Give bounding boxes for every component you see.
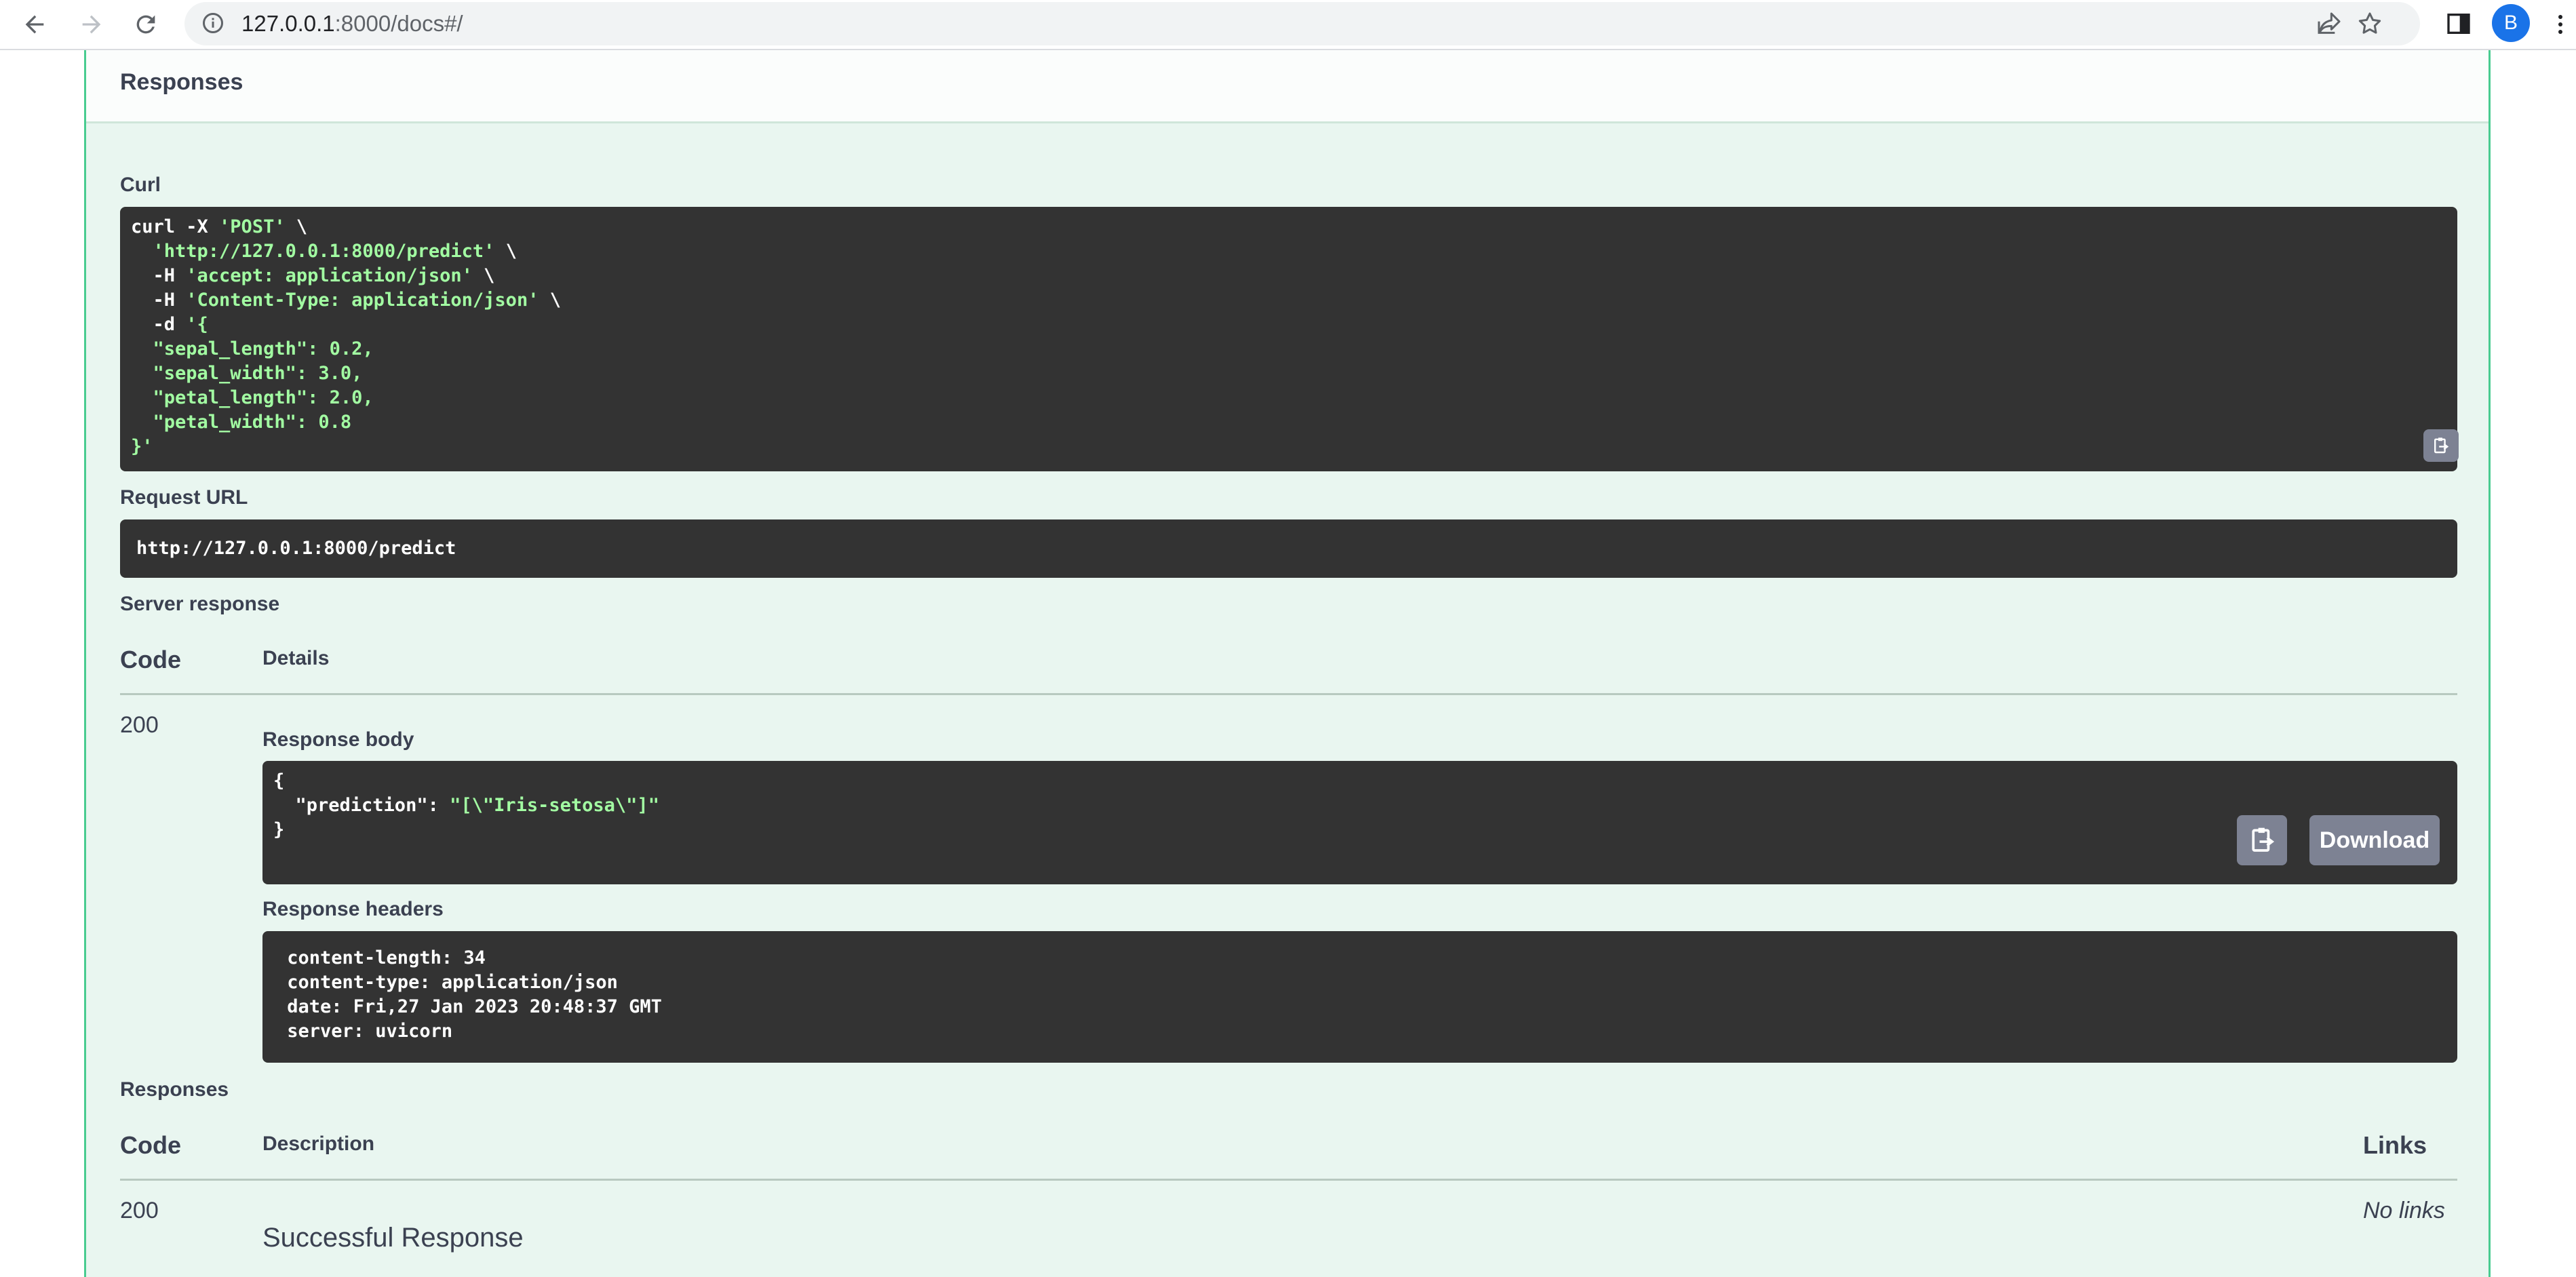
responses-divider	[120, 1179, 2457, 1181]
server-response-divider	[120, 693, 2457, 695]
server-response-code: 200	[120, 712, 159, 738]
code-string: "sepal_length": 0.2,	[131, 338, 374, 359]
request-url-label: Request URL	[120, 486, 248, 509]
code-text: \	[539, 290, 561, 311]
forward-button[interactable]	[72, 5, 111, 44]
arrow-left-icon	[25, 15, 44, 34]
code-string: "sepal_width": 3.0,	[131, 363, 363, 384]
server-response-label: Server response	[120, 593, 280, 615]
bookmark-button[interactable]	[2355, 9, 2385, 39]
code-text: -d	[131, 314, 187, 335]
copy-curl-button[interactable]	[2423, 429, 2459, 462]
code-line: "petal_width": 0.8	[131, 410, 561, 435]
code-line: }	[273, 818, 659, 842]
responses-label: Responses	[120, 1078, 229, 1101]
curl-code: curl -X 'POST' \ 'http://127.0.0.1:8000/…	[131, 215, 561, 459]
request-url-value: http://127.0.0.1:8000/predict	[136, 538, 456, 559]
code-line: "sepal_width": 3.0,	[131, 361, 561, 386]
side-panel-button[interactable]	[2442, 7, 2476, 41]
responses-links-header: Links	[2363, 1131, 2427, 1159]
download-button[interactable]: Download	[2309, 815, 2440, 865]
profile-avatar[interactable]: B	[2492, 4, 2530, 42]
star-icon	[2358, 12, 2381, 34]
response-links: No links	[2363, 1198, 2445, 1223]
response-body-code: { "prediction": "[\"Iris-setosa\"]"}	[273, 769, 659, 842]
code-string: }'	[131, 436, 153, 457]
code-string: 'http://127.0.0.1:8000/predict'	[153, 241, 495, 262]
code-text: -H	[131, 265, 187, 286]
arrow-right-icon	[82, 15, 101, 34]
kebab-menu-icon	[2558, 15, 2562, 34]
code-line: date: Fri,27 Jan 2023 20:48:37 GMT	[276, 995, 662, 1019]
response-description: Successful Response	[262, 1223, 524, 1253]
code-line: 'http://127.0.0.1:8000/predict' \	[131, 239, 561, 264]
post-operation-block: Responses Curl curl -X 'POST' \ 'http://…	[84, 50, 2491, 1277]
reload-button[interactable]	[126, 5, 165, 44]
swagger-page: Responses Curl curl -X 'POST' \ 'http://…	[0, 50, 2576, 1277]
server-response-code-header: Code	[120, 646, 181, 673]
response-headers-label: Response headers	[262, 898, 444, 920]
code-string: "petal_width": 0.8	[131, 412, 352, 433]
code-string: 'Content-Type: application/json'	[186, 290, 539, 311]
reload-icon	[136, 15, 155, 34]
code-line: content-type: application/json	[276, 970, 662, 995]
code-string: "[\"Iris-setosa\"]"	[450, 795, 659, 816]
code-text: date: Fri,27 Jan 2023 20:48:37 GMT	[276, 996, 662, 1017]
code-text: \	[494, 241, 517, 262]
code-text: -H	[131, 290, 187, 311]
code-text: curl -X	[131, 216, 220, 237]
code-line: "sepal_length": 0.2,	[131, 337, 561, 361]
curl-label: Curl	[120, 174, 161, 196]
code-line: content-length: 34	[276, 946, 662, 970]
code-string: '{	[186, 314, 208, 335]
clipboard-copy-icon	[2252, 827, 2274, 852]
share-button[interactable]	[2314, 9, 2344, 39]
code-text: content-length: 34	[276, 947, 486, 968]
share-icon	[2318, 12, 2341, 34]
code-string: "petal_length": 2.0,	[131, 387, 374, 408]
code-string: 'accept: application/json'	[186, 265, 473, 286]
copy-response-button[interactable]	[2237, 815, 2287, 865]
response-body-block[interactable]: { "prediction": "[\"Iris-setosa\"]"} Dow…	[262, 761, 2457, 884]
server-response-details-header: Details	[262, 647, 330, 669]
info-icon[interactable]	[201, 11, 225, 35]
curl-code-block[interactable]: curl -X 'POST' \ 'http://127.0.0.1:8000/…	[120, 207, 2459, 471]
url-host: 127.0.0.1	[241, 11, 335, 36]
code-text: "prediction":	[273, 795, 450, 816]
browser-toolbar: 127.0.0.1:8000/docs#/ B	[0, 0, 2576, 50]
clipboard-copy-icon	[2434, 437, 2449, 453]
code-text: content-type: application/json	[276, 972, 618, 993]
code-text: }	[273, 819, 285, 840]
responses-code-header: Code	[120, 1131, 181, 1159]
side-panel-icon	[2447, 14, 2470, 34]
code-line: "prediction": "[\"Iris-setosa\"]"	[273, 793, 659, 818]
responses-description-header: Description	[262, 1133, 375, 1155]
code-line: }'	[131, 435, 561, 459]
responses-section-title: Responses	[120, 69, 243, 95]
code-line: -d '{	[131, 313, 561, 337]
code-text: server: uvicorn	[276, 1021, 453, 1042]
response-body-label: Response body	[262, 728, 414, 751]
code-line: "petal_length": 2.0,	[131, 386, 561, 410]
code-text: \	[472, 265, 495, 286]
request-url-block[interactable]: http://127.0.0.1:8000/predict	[120, 519, 2457, 578]
code-string: 'POST'	[219, 216, 286, 237]
response-headers-code: content-length: 34 content-type: applica…	[276, 946, 662, 1044]
code-text: {	[273, 770, 285, 791]
code-line: -H 'Content-Type: application/json' \	[131, 288, 561, 313]
browser-menu-button[interactable]	[2549, 5, 2572, 43]
url-text[interactable]: 127.0.0.1:8000/docs#/	[241, 9, 463, 39]
back-button[interactable]	[15, 5, 54, 44]
code-line: {	[273, 769, 659, 793]
response-headers-block[interactable]: content-length: 34 content-type: applica…	[262, 931, 2457, 1063]
url-path: :8000/docs#/	[334, 11, 463, 36]
code-line: -H 'accept: application/json' \	[131, 264, 561, 288]
address-bar[interactable]: 127.0.0.1:8000/docs#/	[184, 2, 2420, 45]
code-text: \	[285, 216, 308, 237]
code-line: server: uvicorn	[276, 1019, 662, 1044]
code-line: curl -X 'POST' \	[131, 215, 561, 239]
responses-section-header: Responses	[86, 50, 2489, 123]
response-code: 200	[120, 1198, 159, 1223]
